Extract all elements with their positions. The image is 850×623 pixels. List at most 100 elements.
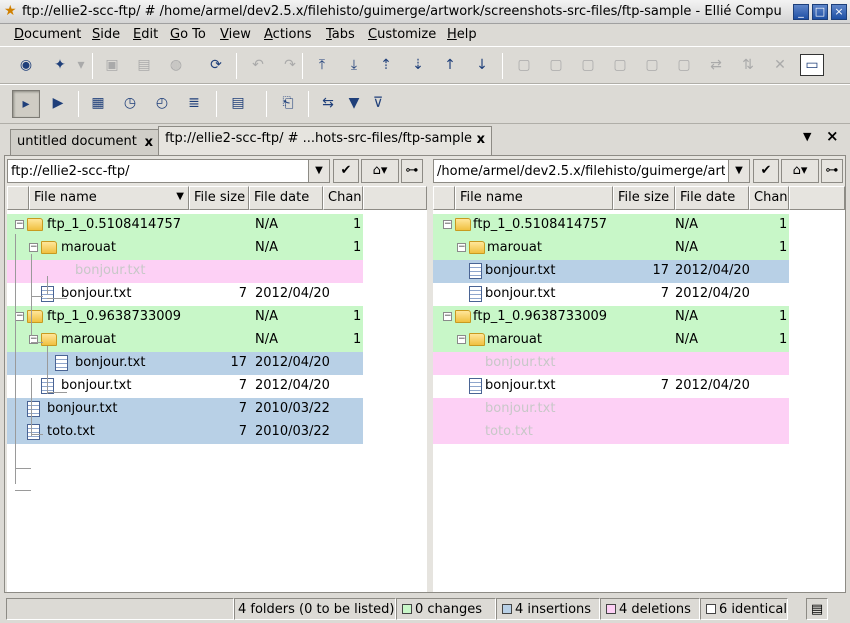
menu-view[interactable]: View	[220, 27, 251, 42]
table-row[interactable]: bonjour.txt	[433, 398, 789, 421]
next-change-icon[interactable]: ⤓	[342, 54, 366, 76]
table-row[interactable]: bonjour.txt	[433, 352, 789, 375]
first-change-icon[interactable]: ⤒	[310, 54, 334, 76]
prev-diff-icon[interactable]: ⇡	[374, 54, 398, 76]
right-file-tree[interactable]: File name File size File date Chang − ftp_1_0…	[433, 186, 845, 592]
collapse-toggle-icon[interactable]: −	[457, 243, 466, 252]
menu-edit[interactable]: Edit	[133, 27, 158, 42]
close-tab-icon[interactable]: ×	[826, 127, 839, 145]
table-row[interactable]: bonjour.txt 7 2012/04/20	[433, 283, 789, 306]
tab-close-icon[interactable]: x	[477, 132, 485, 147]
directory-mode-icon[interactable]: ▸	[12, 90, 40, 118]
left-browse-icon[interactable]: ⊶	[401, 159, 423, 183]
right-open-folder-icon[interactable]: ⌂▾	[781, 159, 819, 183]
left-file-tree[interactable]: File name ▼ File size File date Chang − ftp_1_…	[7, 186, 427, 592]
tab-untitled-document[interactable]: untitled document x	[10, 129, 160, 156]
left-header-file-name[interactable]: File name ▼	[29, 186, 189, 210]
right-header-changes[interactable]: Chang	[749, 186, 789, 210]
menu-actions[interactable]: Actions	[264, 27, 312, 42]
layout-icon[interactable]: ▭	[800, 54, 824, 76]
prev-conflict-icon[interactable]: ↑	[438, 54, 462, 76]
parent-folder-icon[interactable]: ⎗	[276, 92, 300, 114]
table-row[interactable]: bonjour.txt 17 2012/04/20	[7, 352, 363, 375]
left-path-dropdown-icon[interactable]: ▼	[308, 159, 330, 183]
left-header-changes[interactable]: Chang	[323, 186, 363, 210]
table-row[interactable]: toto.txt 7 2010/03/22	[7, 421, 363, 444]
delete-icon[interactable]: ✕	[768, 54, 792, 76]
left-header-file-size[interactable]: File size	[189, 186, 249, 210]
table-row[interactable]: − ftp_1_0.5108414757 N/A 1	[7, 214, 363, 237]
menu-document[interactable]: Document	[14, 27, 81, 42]
undo-icon[interactable]: ↶	[246, 54, 270, 76]
redo-icon[interactable]: ↷	[278, 54, 302, 76]
table-row[interactable]: toto.txt	[433, 421, 789, 444]
next-diff-icon[interactable]: ⇣	[406, 54, 430, 76]
left-path-input[interactable]	[7, 159, 309, 183]
merge-right-icon[interactable]: ▢	[608, 54, 632, 76]
collapse-toggle-icon[interactable]: −	[457, 335, 466, 344]
maximize-button[interactable]: □	[812, 4, 828, 20]
menu-help[interactable]: Help	[447, 27, 477, 42]
report-icon[interactable]: ▤	[226, 92, 250, 114]
right-path-input[interactable]	[433, 159, 729, 183]
filter-icon[interactable]: ▼	[342, 92, 366, 114]
tab-close-icon[interactable]: x	[145, 135, 153, 150]
collapse-toggle-icon[interactable]: −	[443, 220, 452, 229]
collapse-toggle-icon[interactable]: −	[15, 220, 24, 229]
diff-icon[interactable]: ◉	[14, 54, 38, 76]
magic-wand-icon[interactable]: ✦	[48, 54, 72, 76]
table-row[interactable]: − ftp_1_0.9638733009 N/A 1	[433, 306, 789, 329]
compare-icon[interactable]: ▦	[86, 92, 110, 114]
table-row[interactable]: − ftp_1_0.5108414757 N/A 1	[433, 214, 789, 237]
status-log-icon[interactable]: ▤	[806, 598, 828, 620]
filter-clear-icon[interactable]: ⊽	[366, 92, 390, 114]
copy-right-icon[interactable]: ▢	[544, 54, 568, 76]
swap-sides-icon[interactable]: ⇆	[316, 92, 340, 114]
history-icon[interactable]: ◷	[118, 92, 142, 114]
table-row[interactable]: − marouat N/A 1	[433, 329, 789, 352]
right-validate-icon[interactable]: ✔	[753, 159, 779, 183]
left-validate-icon[interactable]: ✔	[333, 159, 359, 183]
wand-dropdown-icon[interactable]: ▾	[76, 54, 86, 76]
table-row[interactable]: bonjour.txt 7 2010/03/22	[7, 398, 363, 421]
copy-left-icon[interactable]: ▢	[512, 54, 536, 76]
pane-splitter[interactable]	[427, 186, 432, 592]
table-row[interactable]: bonjour.txt 7 2012/04/20	[433, 375, 789, 398]
save-icon[interactable]: ▣	[100, 54, 124, 76]
merge-left-icon[interactable]: ▢	[576, 54, 600, 76]
right-header-file-name[interactable]: File name	[455, 186, 613, 210]
menu-tabs[interactable]: Tabs	[326, 27, 355, 42]
left-header-file-date[interactable]: File date	[249, 186, 323, 210]
menu-go-to[interactable]: Go To	[170, 27, 206, 42]
menu-customize[interactable]: Customize	[368, 27, 436, 42]
minimize-button[interactable]: _	[793, 4, 809, 20]
schedule-icon[interactable]: ◴	[150, 92, 174, 114]
move-left-icon[interactable]: ▢	[640, 54, 664, 76]
table-row[interactable]: − ftp_1_0.9638733009 N/A 1	[7, 306, 363, 329]
close-button[interactable]: ×	[831, 4, 847, 20]
tab-ftp-sample[interactable]: ftp://ellie2-scc-ftp/ # ...hots-src-file…	[158, 126, 492, 156]
save-remote-icon[interactable]: ◍	[164, 54, 188, 76]
right-path-dropdown-icon[interactable]: ▼	[728, 159, 750, 183]
refresh-icon[interactable]: ⟳	[204, 54, 228, 76]
collapse-toggle-icon[interactable]: −	[15, 312, 24, 321]
left-open-folder-icon[interactable]: ⌂▾	[361, 159, 399, 183]
swap-icon[interactable]: ⇅	[736, 54, 760, 76]
collapse-toggle-icon[interactable]: −	[29, 243, 38, 252]
table-row[interactable]: bonjour.txt 7 2012/04/20	[7, 375, 363, 398]
table-row[interactable]: bonjour.txt	[7, 260, 363, 283]
collapse-toggle-icon[interactable]: −	[443, 312, 452, 321]
stack-icon[interactable]: ≣	[182, 92, 206, 114]
save-all-icon[interactable]: ▤	[132, 54, 156, 76]
right-header-file-size[interactable]: File size	[613, 186, 675, 210]
right-header-file-date[interactable]: File date	[675, 186, 749, 210]
file-mode-icon[interactable]: ▶	[46, 92, 70, 114]
table-row[interactable]: − marouat N/A 1	[7, 237, 363, 260]
table-row[interactable]: bonjour.txt 17 2012/04/20	[433, 260, 789, 283]
menu-side[interactable]: Side	[92, 27, 120, 42]
table-row[interactable]: − marouat N/A 1	[7, 329, 363, 352]
sync-icon[interactable]: ⇄	[704, 54, 728, 76]
table-row[interactable]: bonjour.txt 7 2012/04/20	[7, 283, 363, 306]
last-change-icon[interactable]: ↓	[470, 54, 494, 76]
move-right-icon[interactable]: ▢	[672, 54, 696, 76]
